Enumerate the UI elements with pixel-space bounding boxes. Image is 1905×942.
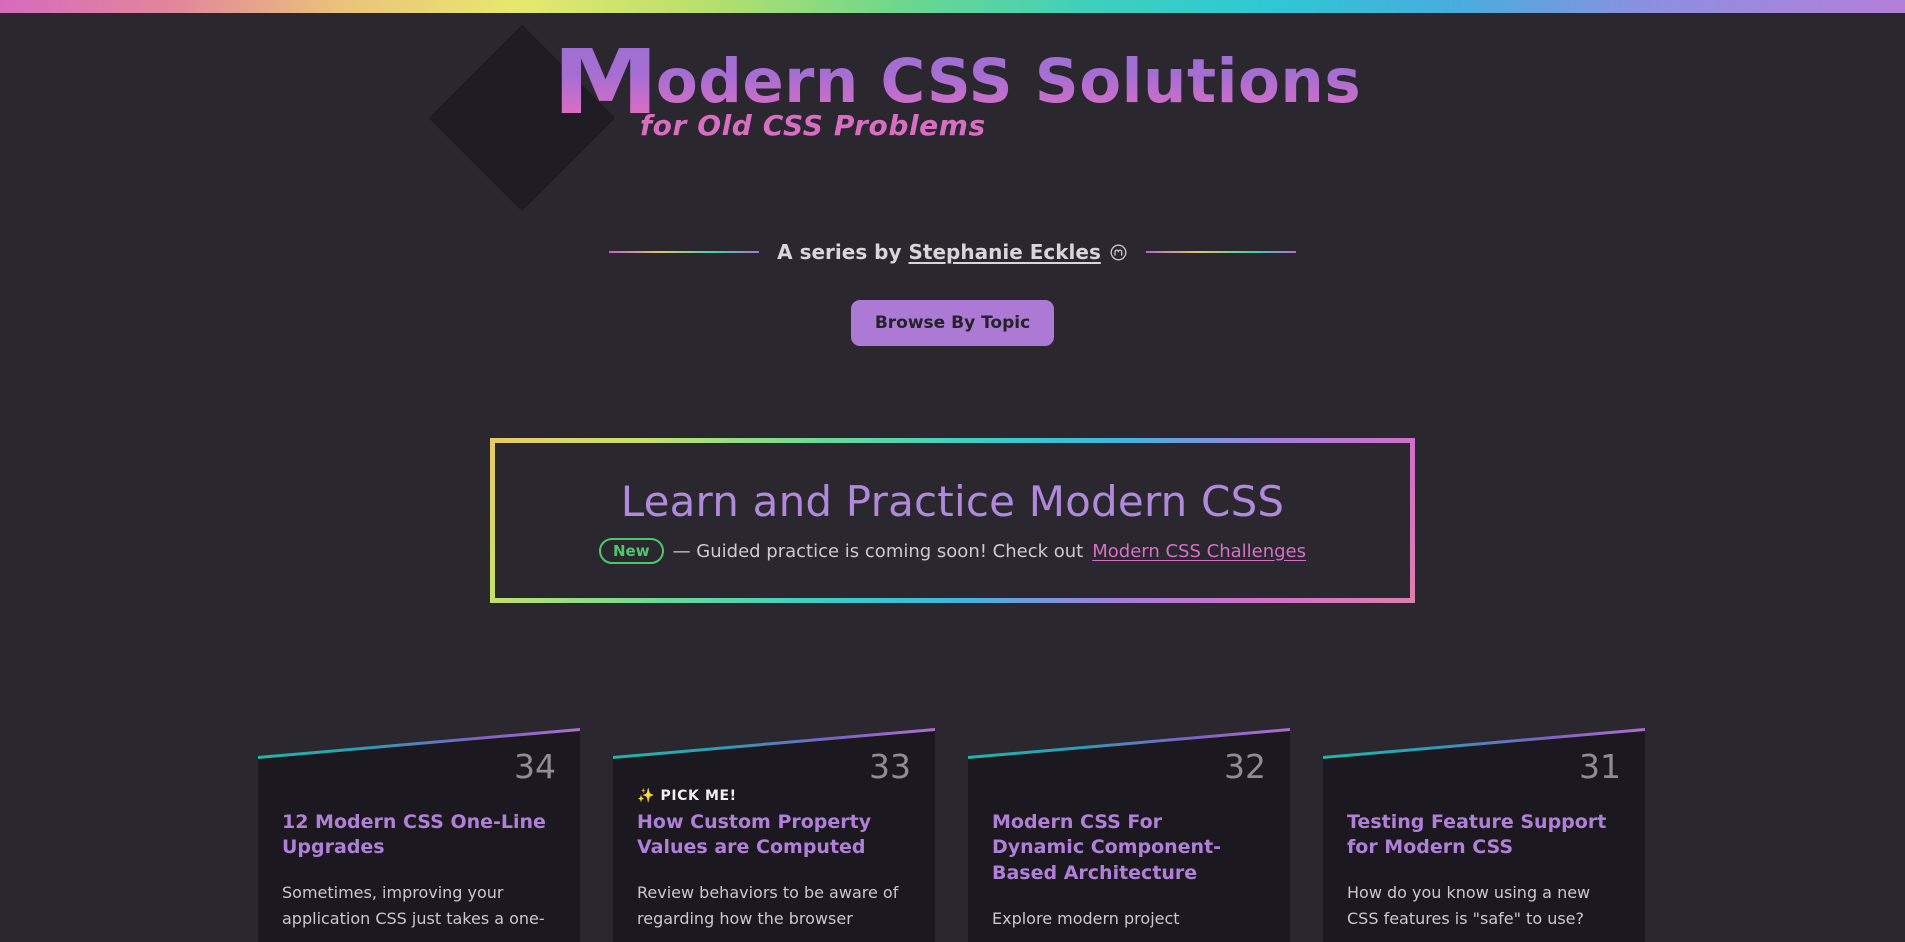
card-description: How do you know using a new CSS features…: [1347, 883, 1591, 928]
card-title[interactable]: How Custom Property Values are Computed: [637, 810, 905, 861]
byline-text: A series by Stephanie Eckles: [777, 240, 1128, 264]
card-title[interactable]: Modern CSS For Dynamic Component-Based A…: [992, 810, 1260, 886]
byline-prefix: A series by: [777, 240, 909, 264]
card-description: Review behaviors to be aware of regardin…: [637, 883, 899, 928]
callout-title: Learn and Practice Modern CSS: [620, 477, 1285, 526]
card-number: 34: [514, 747, 556, 786]
author-link[interactable]: Stephanie Eckles: [909, 240, 1101, 264]
card-title[interactable]: 12 Modern CSS One-Line Upgrades: [282, 810, 550, 861]
mastodon-icon[interactable]: [1109, 243, 1128, 262]
new-badge: New: [598, 538, 664, 564]
byline-rule-right: [1145, 251, 1296, 253]
masthead: Modern CSS Solutions for Old CSS Problem…: [0, 24, 1905, 212]
article-card[interactable]: 32 Modern CSS For Dynamic Component-Base…: [968, 728, 1290, 942]
site-logo-block: Modern CSS Solutions for Old CSS Problem…: [428, 24, 1361, 212]
article-card[interactable]: 34 12 Modern CSS One-Line Upgrades Somet…: [258, 728, 580, 942]
article-card[interactable]: 31 Testing Feature Support for Modern CS…: [1323, 728, 1645, 942]
card-description: Sometimes, improving your application CS…: [282, 883, 545, 928]
card-number: 31: [1579, 747, 1621, 786]
card-number: 33: [869, 747, 911, 786]
card-title[interactable]: Testing Feature Support for Modern CSS: [1347, 810, 1615, 861]
learn-practice-callout: Learn and Practice Modern CSS New — Guid…: [490, 438, 1415, 603]
callout-inner: Learn and Practice Modern CSS New — Guid…: [495, 443, 1410, 598]
top-gradient-bar: [0, 0, 1905, 13]
callout-subtext: New — Guided practice is coming soon! Ch…: [598, 538, 1306, 564]
card-description: Explore modern project: [992, 909, 1180, 928]
byline: A series by Stephanie Eckles: [0, 240, 1905, 264]
title-stack: Modern CSS Solutions for Old CSS Problem…: [544, 48, 1361, 142]
browse-button-wrap: Browse By Topic: [0, 300, 1905, 346]
article-card[interactable]: 33 ✨ PICK ME! How Custom Property Values…: [613, 728, 935, 942]
browse-by-topic-button[interactable]: Browse By Topic: [850, 300, 1055, 346]
modern-css-challenges-link[interactable]: Modern CSS Challenges: [1092, 541, 1306, 562]
callout-message: — Guided practice is coming soon! Check …: [672, 540, 1084, 562]
page-title: Modern CSS Solutions: [552, 48, 1361, 113]
title-rest: odern CSS Solutions: [655, 46, 1362, 117]
byline-rule-left: [609, 251, 760, 253]
pick-me-flag: ✨ PICK ME!: [637, 788, 737, 804]
card-number: 32: [1224, 747, 1266, 786]
page-root: Modern CSS Solutions for Old CSS Problem…: [0, 0, 1905, 942]
article-card-grid: 34 12 Modern CSS One-Line Upgrades Somet…: [258, 728, 1650, 942]
